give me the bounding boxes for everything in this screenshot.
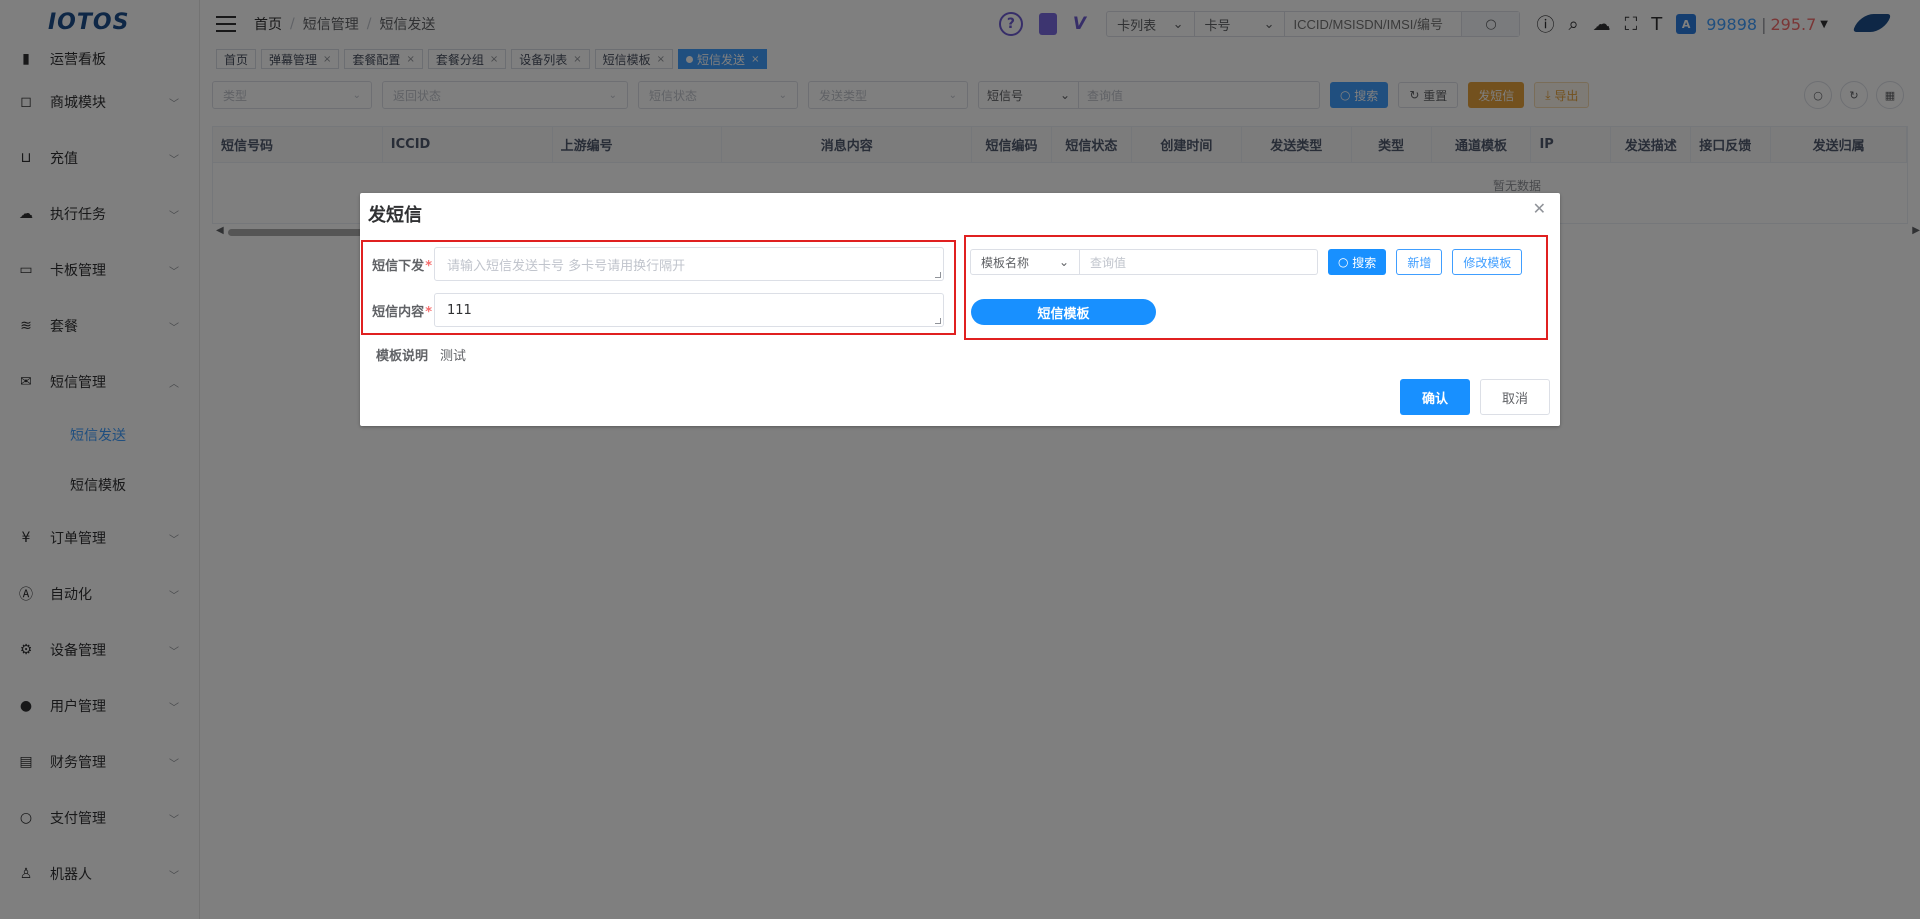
resize-handle-icon[interactable] (935, 318, 941, 324)
content-label: 短信内容* (372, 304, 432, 320)
modal-overlay[interactable] (0, 0, 1920, 919)
form-row-content: 短信内容* 111 (368, 293, 944, 327)
dialog-title: 发短信 (368, 205, 422, 226)
template-field-select[interactable]: 模板名称 ⌄ (970, 249, 1080, 275)
search-icon: ○ (1338, 255, 1353, 269)
template-desc-label: 模板说明 (376, 349, 429, 364)
template-search: 模板名称 ⌄ 查询值 ○ 搜索 新增 修改模板 (970, 249, 1523, 275)
send-target-label: 短信下发* (372, 258, 432, 274)
template-edit-button[interactable]: 修改模板 (1452, 249, 1523, 275)
close-icon[interactable]: ✕ (1533, 199, 1546, 218)
form-row-send: 短信下发* 请输入短信发送卡号 多卡号请用换行隔开 (368, 247, 944, 281)
send-target-textarea[interactable]: 请输入短信发送卡号 多卡号请用换行隔开 (434, 247, 944, 281)
template-desc-value: 测试 (440, 349, 467, 364)
template-query-input[interactable]: 查询值 (1080, 249, 1318, 275)
template-add-button[interactable]: 新增 (1396, 249, 1443, 275)
content-textarea[interactable]: 111 (434, 293, 944, 327)
chevron-down-icon: ⌄ (1058, 255, 1069, 269)
template-search-button[interactable]: ○ 搜索 (1328, 249, 1387, 275)
sms-template-tag[interactable]: 短信模板 (971, 299, 1156, 325)
cancel-button[interactable]: 取消 (1480, 379, 1550, 415)
resize-handle-icon[interactable] (935, 272, 941, 278)
send-sms-dialog: 发短信 ✕ 短信下发* 请输入短信发送卡号 多卡号请用换行隔开 短信内容* 11… (360, 193, 1560, 426)
confirm-button[interactable]: 确认 (1400, 379, 1470, 415)
